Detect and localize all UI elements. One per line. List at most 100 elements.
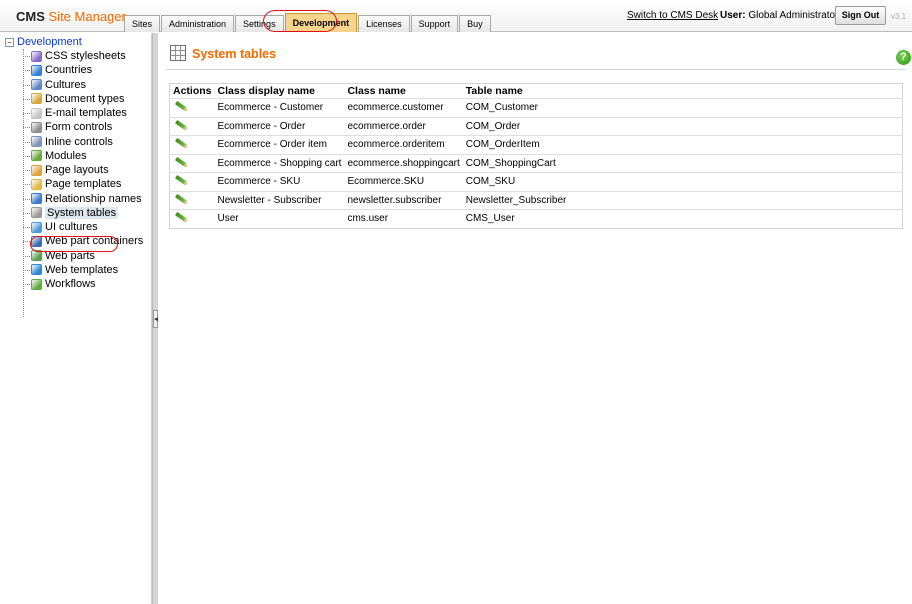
tree-item-label[interactable]: Web part containers: [45, 235, 143, 247]
column-header-table-name: Table name: [462, 83, 903, 99]
tree-item-page-layouts[interactable]: Page layouts: [23, 163, 143, 177]
table-row: Newsletter - Subscriber newsletter.subscr…: [169, 190, 903, 210]
actions-cell: [169, 172, 215, 191]
class-display-name-cell: User: [214, 209, 345, 228]
ui-culture-icon: [31, 221, 42, 233]
tree-item-label[interactable]: Page templates: [45, 178, 121, 190]
collapse-icon[interactable]: −: [5, 37, 14, 47]
tree-item-label[interactable]: E-mail templates: [45, 107, 127, 119]
edit-icon[interactable]: [175, 212, 187, 222]
tree-item-label[interactable]: Cultures: [45, 79, 86, 91]
table-name-cell: Newsletter_Subscriber: [462, 190, 903, 210]
page-header: System tables ?: [166, 37, 911, 70]
edit-icon[interactable]: [175, 101, 187, 111]
sign-out-button[interactable]: Sign Out: [835, 6, 886, 25]
document-types-icon: [31, 93, 42, 105]
column-header-actions: Actions: [169, 83, 215, 99]
edit-icon[interactable]: [175, 175, 187, 185]
actions-cell: [169, 135, 215, 154]
tree-item-form-controls[interactable]: Form controls: [23, 120, 143, 134]
tab-sites[interactable]: Sites: [124, 15, 161, 32]
class-name-cell: newsletter.subscriber: [344, 190, 463, 210]
page-template-icon: [31, 178, 42, 190]
tab-licenses[interactable]: Licenses: [358, 15, 410, 32]
help-icon[interactable]: ?: [896, 50, 911, 65]
tree-item-label[interactable]: Modules: [45, 150, 87, 162]
actions-cell: [169, 209, 215, 228]
globe-icon: [31, 64, 42, 76]
grid-header-row: Actions Class display name Class name Ta…: [169, 83, 903, 99]
user-label: User:: [720, 10, 746, 21]
tree-item-label[interactable]: Workflows: [45, 278, 96, 290]
table-name-cell: COM_ShoppingCart: [462, 153, 903, 173]
tree-item-label[interactable]: System tables: [45, 206, 119, 219]
tree-item-inline-controls[interactable]: Inline controls: [23, 135, 143, 149]
edit-icon[interactable]: [175, 194, 187, 204]
tree-item-label[interactable]: CSS stylesheets: [45, 50, 126, 62]
table-row: Ecommerce - Customer ecommerce.customer CO…: [169, 98, 903, 117]
actions-cell: [169, 153, 215, 173]
tree-item-ui-cultures[interactable]: UI cultures: [23, 220, 143, 234]
class-display-name-cell: Ecommerce - Customer: [214, 98, 345, 117]
tree-item-modules[interactable]: Modules: [23, 149, 143, 163]
tab-support[interactable]: Support: [410, 15, 459, 32]
tree-item-web-templates[interactable]: Web templates: [23, 263, 143, 277]
edit-icon[interactable]: [175, 138, 187, 148]
tab-buy[interactable]: Buy: [459, 15, 491, 32]
class-display-name-cell: Newsletter - Subscriber: [214, 190, 345, 210]
tree-item-cultures[interactable]: Cultures: [23, 78, 143, 92]
user-name: Global Administrator: [748, 10, 839, 21]
css-stylesheet-icon: [31, 50, 42, 62]
edit-icon[interactable]: [175, 120, 187, 130]
page-layout-icon: [31, 164, 42, 176]
brand-name: Site Manager: [48, 9, 126, 24]
tree-item-workflows[interactable]: Workflows: [23, 277, 143, 291]
table-row: Ecommerce - SKU Ecommerce.SKU COM_SKU: [169, 172, 903, 191]
switch-to-cms-desk-link[interactable]: Switch to CMS Desk: [627, 10, 718, 21]
class-name-cell: ecommerce.shoppingcart: [344, 153, 463, 173]
table-icon: [170, 45, 186, 61]
tree-item-e-mail-templates[interactable]: E-mail templates: [23, 106, 143, 120]
tab-administration[interactable]: Administration: [161, 15, 235, 32]
tree-item-document-types[interactable]: Document types: [23, 92, 143, 106]
table-name-cell: COM_Customer: [462, 98, 903, 117]
tree-item-label[interactable]: Countries: [45, 64, 92, 76]
tree-item-label[interactable]: Page layouts: [45, 164, 109, 176]
table-name-cell: COM_Order: [462, 116, 903, 136]
web-part-container-icon: [31, 235, 42, 247]
column-header-class-display-name: Class display name: [214, 83, 345, 99]
brand-prefix: CMS: [16, 9, 45, 24]
tree-item-label[interactable]: Web templates: [45, 264, 118, 276]
actions-cell: [169, 98, 215, 117]
table-row: User cms.user CMS_User: [169, 209, 903, 228]
tree-item-label[interactable]: Inline controls: [45, 136, 113, 148]
class-name-cell: ecommerce.orderitem: [344, 135, 463, 154]
tab-settings[interactable]: Settings: [235, 15, 284, 32]
column-header-class-name: Class name: [344, 83, 463, 99]
table-row: Ecommerce - Order ecommerce.order COM_Orde…: [169, 116, 903, 136]
table-name-cell: COM_OrderItem: [462, 135, 903, 154]
top-header: CMS Site Manager Sites Administration Se…: [0, 0, 912, 32]
tree-item-css-stylesheets[interactable]: CSS stylesheets: [23, 49, 143, 63]
tree-item-countries[interactable]: Countries: [23, 63, 143, 77]
tree-item-label[interactable]: Web parts: [45, 250, 95, 262]
class-name-cell: ecommerce.order: [344, 116, 463, 136]
tree-item-system-tables[interactable]: System tables: [23, 206, 143, 220]
tree-item-label[interactable]: Form controls: [45, 121, 112, 133]
tree-item-web-parts[interactable]: Web parts: [23, 249, 143, 263]
tree-item-relationship-names[interactable]: Relationship names: [23, 192, 143, 206]
class-display-name-cell: Ecommerce - SKU: [214, 172, 345, 191]
modules-icon: [31, 150, 42, 162]
tree-root-development[interactable]: − Development: [5, 35, 82, 49]
tree-item-label[interactable]: UI cultures: [45, 221, 98, 233]
system-tables-grid: Actions Class display name Class name Ta…: [169, 83, 903, 229]
tree-item-label[interactable]: Relationship names: [45, 193, 142, 205]
web-template-icon: [31, 264, 42, 276]
table-row: Ecommerce - Shopping cart ecommerce.shopp…: [169, 153, 903, 173]
tree-root-label[interactable]: Development: [17, 36, 82, 48]
tree-item-label[interactable]: Document types: [45, 93, 124, 105]
edit-icon[interactable]: [175, 157, 187, 167]
tree-item-web-part-containers[interactable]: Web part containers: [23, 234, 143, 248]
tab-development[interactable]: Development: [284, 13, 358, 32]
tree-item-page-templates[interactable]: Page templates: [23, 177, 143, 191]
